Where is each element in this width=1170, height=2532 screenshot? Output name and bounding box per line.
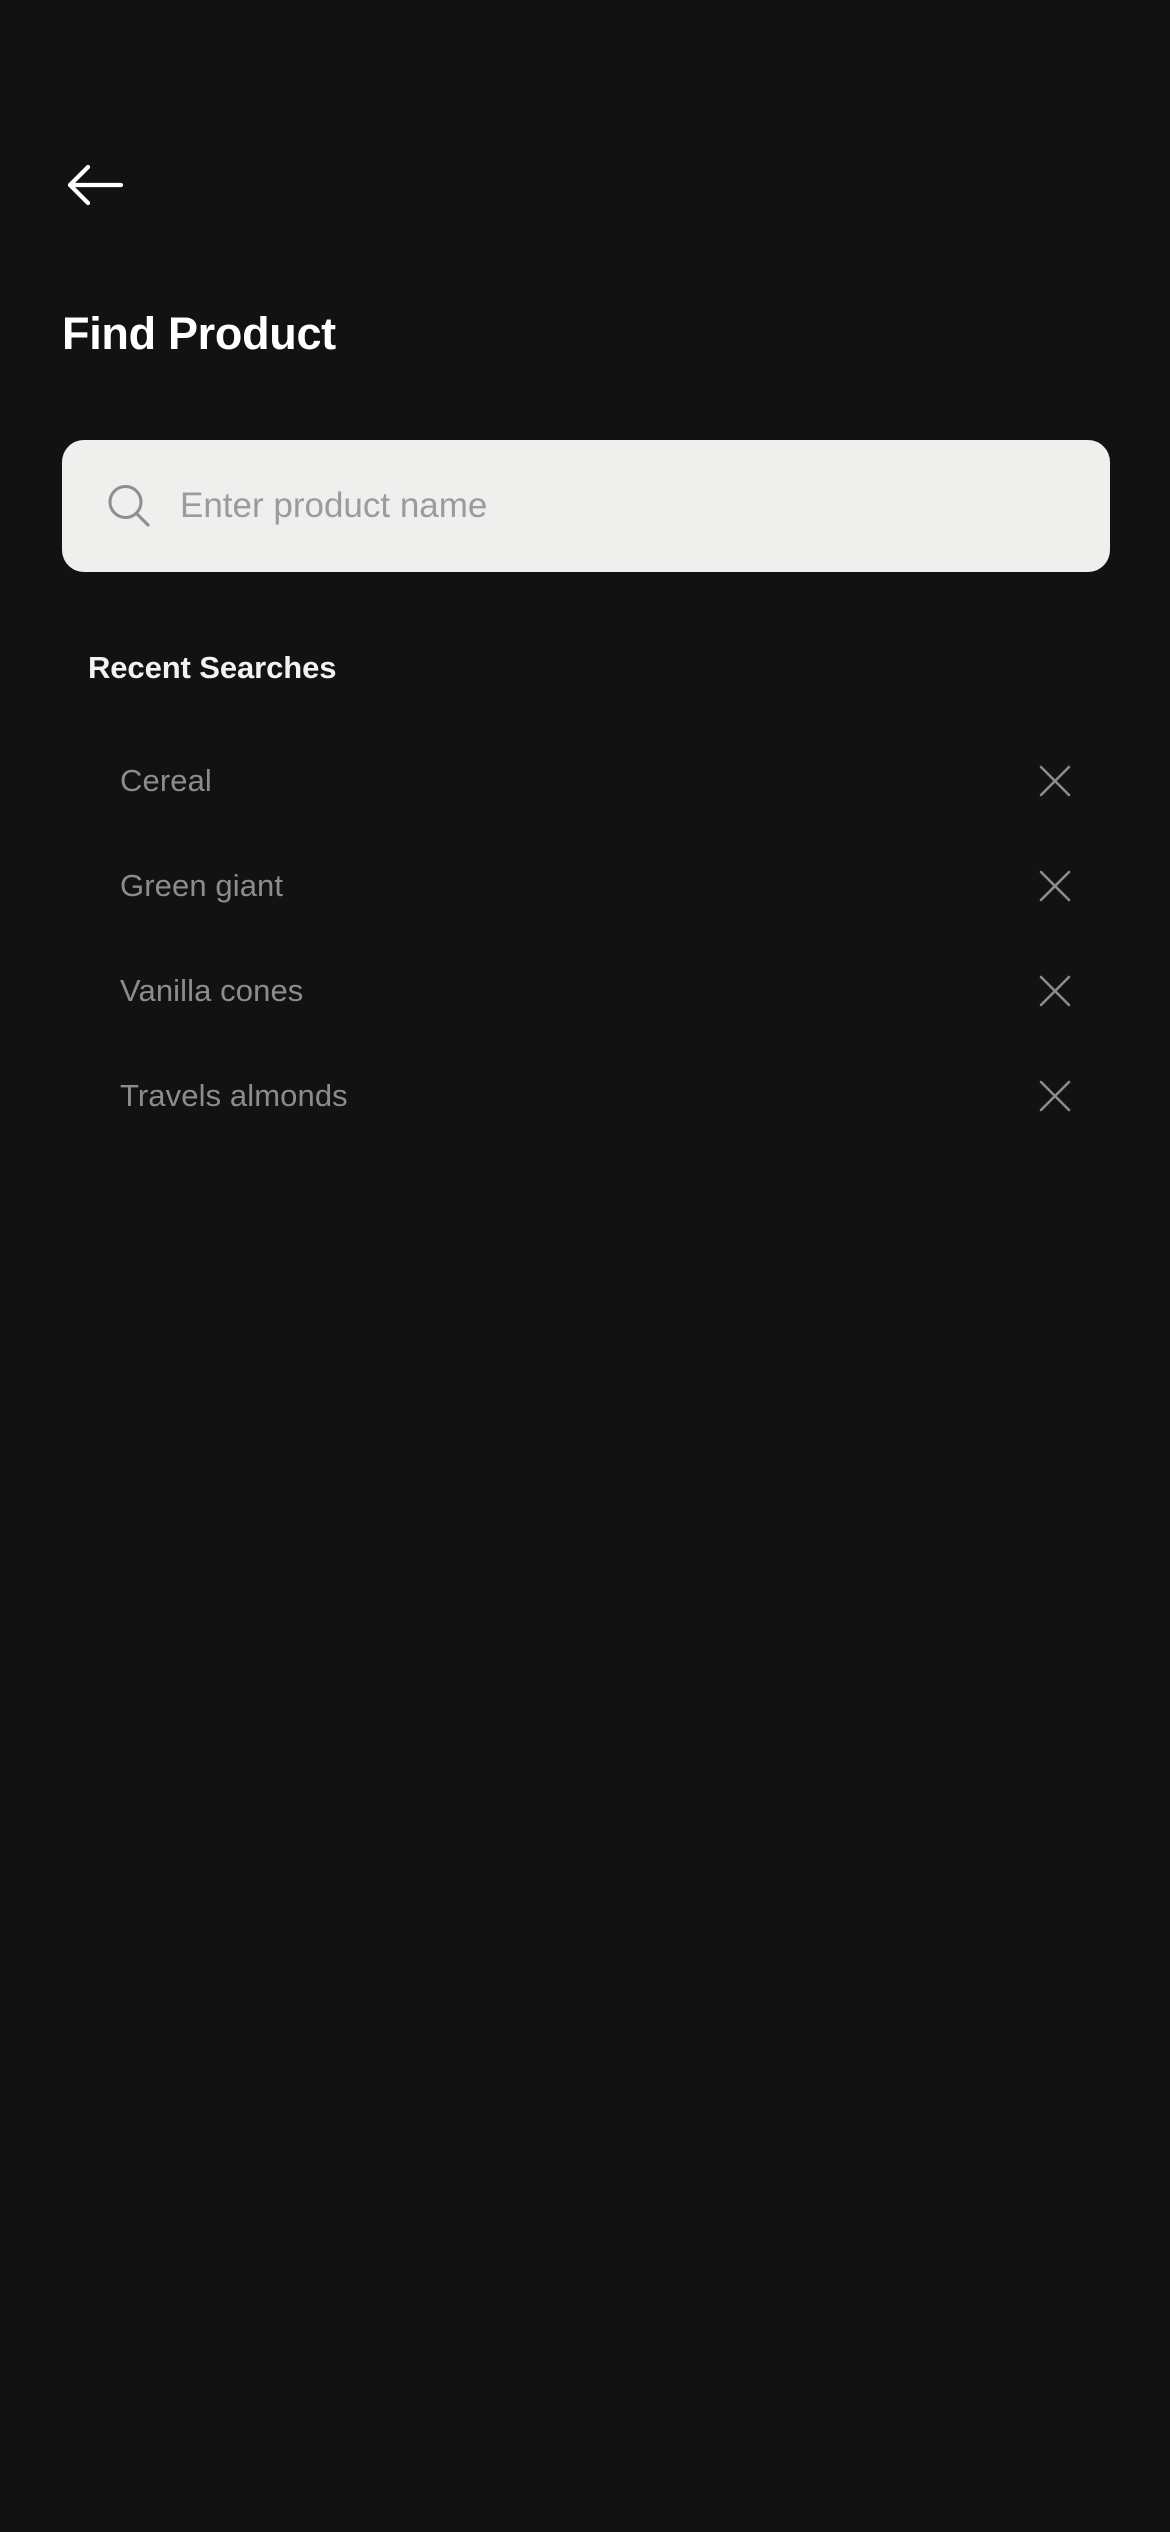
close-icon — [1038, 764, 1072, 798]
close-icon — [1038, 1079, 1072, 1113]
recent-searches-heading: Recent Searches — [88, 650, 337, 685]
search-field[interactable] — [62, 440, 1110, 572]
recent-search-label: Travels almonds — [120, 1077, 348, 1113]
close-icon — [1038, 869, 1072, 903]
search-input[interactable] — [180, 440, 1110, 572]
list-item[interactable]: Vanilla cones — [62, 938, 1110, 1043]
remove-recent-search-button[interactable] — [1024, 960, 1086, 1022]
remove-recent-search-button[interactable] — [1024, 855, 1086, 917]
page-title: Find Product — [62, 308, 336, 359]
back-button[interactable] — [50, 150, 146, 220]
remove-recent-search-button[interactable] — [1024, 1065, 1086, 1127]
list-item[interactable]: Cereal — [62, 728, 1110, 833]
recent-search-label: Cereal — [120, 762, 212, 798]
recent-search-label: Green giant — [120, 867, 284, 903]
arrow-left-icon — [67, 161, 125, 209]
list-item[interactable]: Green giant — [62, 833, 1110, 938]
list-item[interactable]: Travels almonds — [62, 1043, 1110, 1148]
search-icon — [106, 483, 152, 529]
close-icon — [1038, 974, 1072, 1008]
recent-searches-list: Cereal Green giant Vanilla cones Travels… — [62, 728, 1110, 1148]
recent-search-label: Vanilla cones — [120, 972, 304, 1008]
remove-recent-search-button[interactable] — [1024, 750, 1086, 812]
find-product-screen: Find Product Recent Searches Cereal — [0, 0, 1170, 2532]
